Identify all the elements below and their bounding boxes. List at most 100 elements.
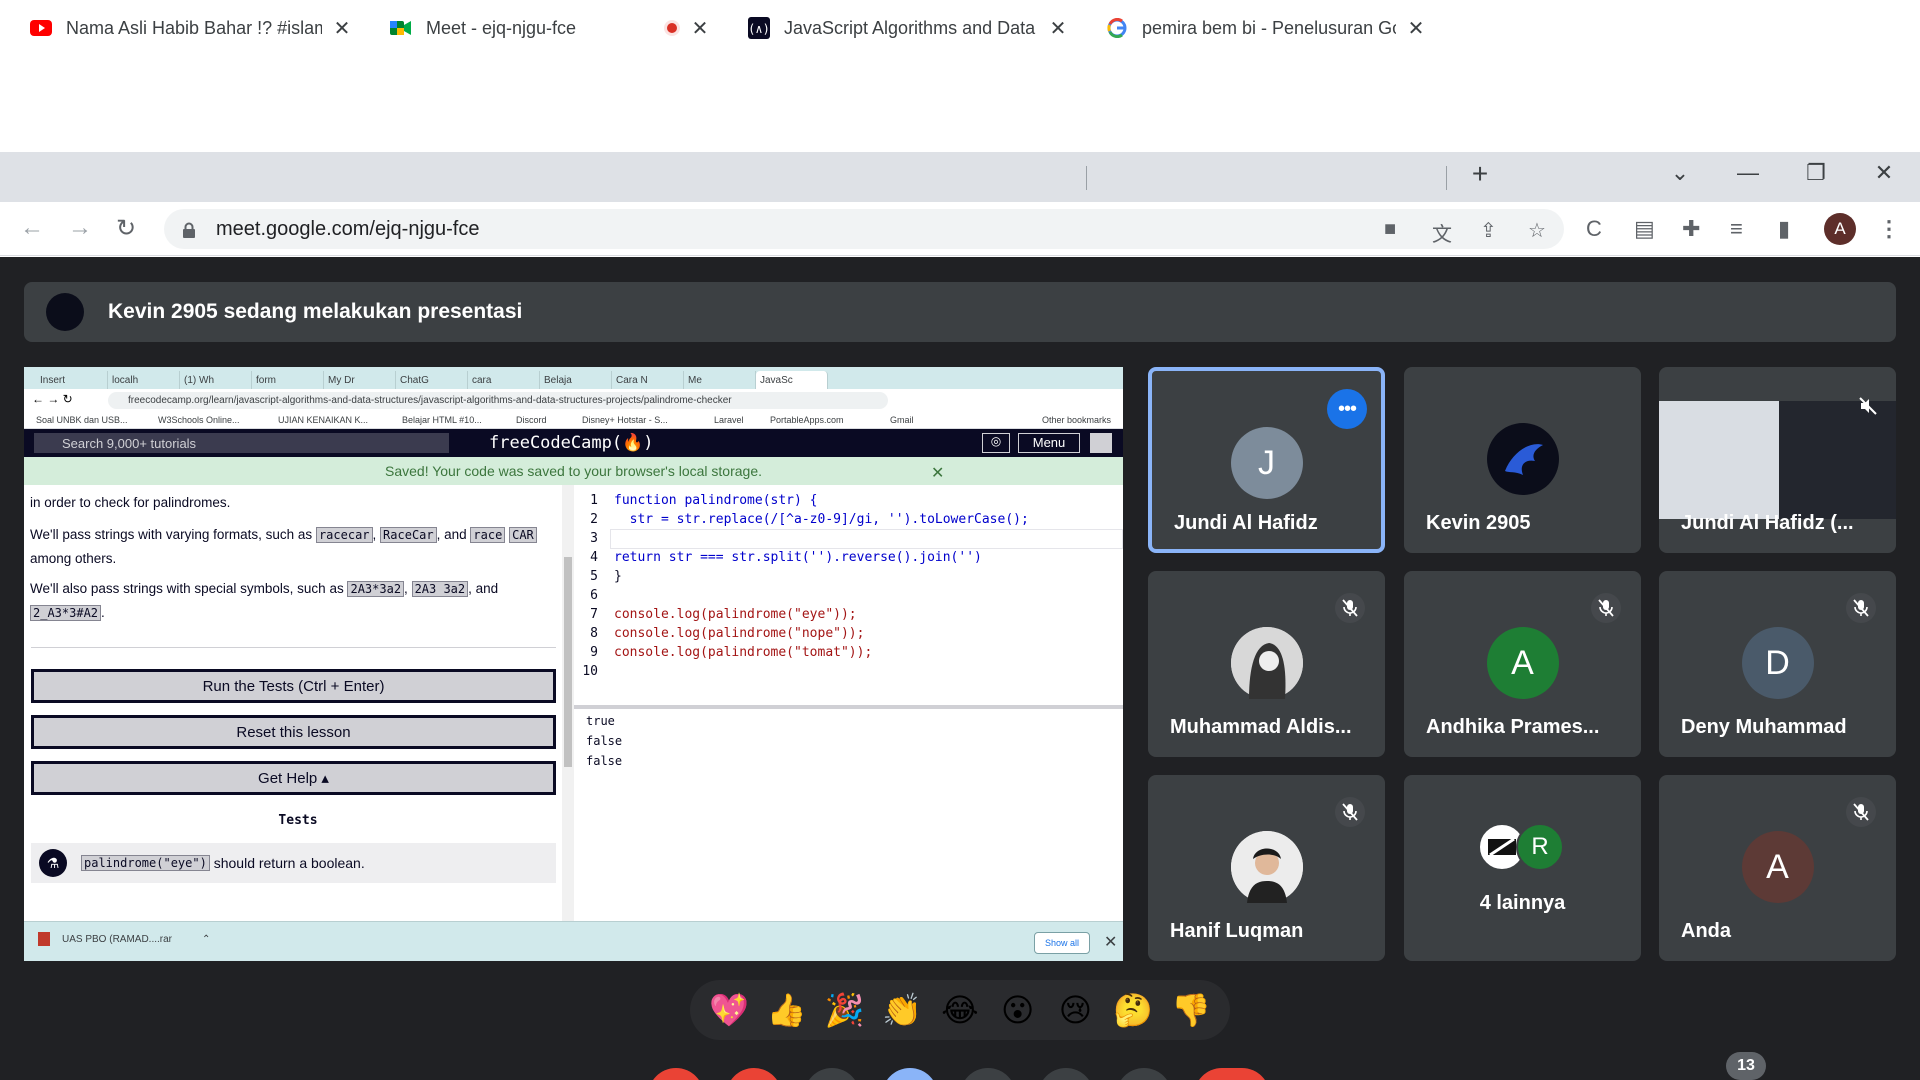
- get-help-button: Get Help ▴: [31, 761, 556, 795]
- address-bar[interactable]: meet.google.com/ejq-njgu-fce: [164, 209, 1564, 249]
- tab-strip: [0, 152, 1920, 202]
- share-icon[interactable]: ⇪: [1480, 218, 1497, 243]
- dragon-logo-icon: [1504, 444, 1543, 475]
- tab-separator: [1086, 166, 1087, 190]
- participant-name: 4 lainnya: [1479, 892, 1566, 914]
- shared-tab: form: [252, 371, 324, 389]
- more-vert-icon[interactable]: ⋮: [1878, 216, 1900, 242]
- translate-icon[interactable]: 文: [1432, 218, 1452, 247]
- participant-tile-others[interactable]: R 4 lainnya: [1404, 775, 1641, 961]
- tab-google-search[interactable]: pemira bem bi - Penelusuran Goo ✕: [1090, 6, 1440, 50]
- minimize-icon[interactable]: —: [1728, 160, 1768, 186]
- side-panel-icon[interactable]: ▮: [1778, 216, 1790, 242]
- extension-calendar-icon[interactable]: ▤: [1634, 216, 1655, 242]
- camera-icon[interactable]: ■: [1384, 218, 1396, 241]
- extensions-puzzle-icon[interactable]: ✚: [1682, 216, 1700, 242]
- shared-tab: Insert: [36, 371, 108, 389]
- participant-name: Hanif Luqman: [1170, 920, 1304, 942]
- shared-tab: (1) Wh: [180, 371, 252, 389]
- mic-off-icon: [1335, 797, 1365, 827]
- console-output-line: true: [586, 714, 615, 728]
- code-line: console.log(palindrome("tomat"));: [614, 645, 873, 660]
- media-queue-icon[interactable]: ≡: [1730, 216, 1743, 242]
- mic-off-icon: [1846, 797, 1876, 827]
- fcc-menu-button: Menu: [1018, 433, 1080, 453]
- presenter-avatar: [46, 293, 84, 331]
- close-icon[interactable]: ✕: [332, 16, 352, 41]
- code-line: function palindrome(str) {: [614, 493, 818, 508]
- tab-meet[interactable]: Meet - ejq-njgu-fce ✕: [374, 6, 724, 50]
- participant-tile[interactable]: A Andhika Prames...: [1404, 571, 1641, 757]
- participant-name: Kevin 2905: [1426, 512, 1531, 534]
- mic-off-icon: [1335, 593, 1365, 623]
- participant-tile[interactable]: J ••• Jundi Al Hafidz: [1148, 367, 1385, 553]
- flask-icon: ⚗: [39, 849, 67, 877]
- close-icon[interactable]: ✕: [1406, 16, 1426, 41]
- participant-name: Muhammad Aldis...: [1170, 716, 1352, 738]
- reload-icon[interactable]: ↻: [116, 214, 136, 243]
- more-options-icon[interactable]: •••: [1327, 389, 1367, 429]
- close-window-icon[interactable]: ✕: [1864, 160, 1904, 186]
- shared-tab: Cara N: [612, 371, 684, 389]
- profile-avatar[interactable]: A: [1824, 213, 1856, 245]
- muted-speaker-icon: [1852, 391, 1882, 421]
- lesson-paragraph: We'll pass strings with varying formats,…: [30, 523, 560, 570]
- lesson-paragraph: in order to check for palindromes.: [30, 495, 231, 510]
- google-meet-icon: [390, 17, 412, 39]
- participant-tile[interactable]: D Deny Muhammad: [1659, 571, 1896, 757]
- reaction-surprised[interactable]: 😮: [993, 991, 1043, 1029]
- participant-tile[interactable]: Kevin 2905: [1404, 367, 1641, 553]
- shared-tab-active: JavaSc: [756, 371, 828, 389]
- google-icon: [1106, 17, 1128, 39]
- participant-name: Jundi Al Hafidz (...: [1681, 512, 1854, 534]
- reaction-sparkling-heart[interactable]: 💖: [704, 991, 754, 1029]
- close-icon: ✕: [1104, 934, 1118, 951]
- restore-icon[interactable]: ❐: [1796, 160, 1836, 186]
- avatar: [1230, 627, 1303, 699]
- code-line: console.log(palindrome("nope"));: [614, 626, 865, 641]
- tab-youtube[interactable]: Nama Asli Habib Bahar !? #islam ✕: [14, 6, 366, 50]
- shared-tab: localh: [108, 371, 180, 389]
- new-tab-icon[interactable]: +: [1460, 158, 1500, 190]
- lesson-scrollbar: [562, 485, 574, 921]
- freecodecamp-icon: (∧): [748, 17, 770, 39]
- extension-c-icon[interactable]: C: [1586, 216, 1602, 242]
- mic-off-icon: [1591, 593, 1621, 623]
- reaction-thinking[interactable]: 🤔: [1108, 991, 1158, 1029]
- code-line: return str === str.split('').reverse().j…: [614, 550, 982, 565]
- participant-tile[interactable]: Jundi Al Hafidz (...: [1659, 367, 1896, 553]
- reaction-crying[interactable]: 😢: [1050, 991, 1100, 1029]
- tab-title: Meet - ejq-njgu-fce: [426, 17, 577, 38]
- shared-tab-strip: Insert localh (1) Wh form My Dr ChatG ca…: [24, 367, 1123, 389]
- participant-tile[interactable]: Muhammad Aldis...: [1148, 571, 1385, 757]
- reaction-thumbs-down[interactable]: 👎: [1166, 991, 1216, 1029]
- code-line: }: [614, 569, 622, 584]
- back-icon[interactable]: ←: [20, 214, 44, 242]
- divider: [31, 647, 556, 648]
- forward-icon[interactable]: →: [68, 214, 92, 242]
- reaction-thumbs-up[interactable]: 👍: [762, 991, 812, 1029]
- tests-heading: Tests: [278, 813, 318, 828]
- shared-screen[interactable]: Insert localh (1) Wh form My Dr ChatG ca…: [24, 367, 1123, 961]
- participant-name: Andhika Prames...: [1426, 716, 1600, 738]
- active-line: [610, 529, 1123, 549]
- lesson-description: in order to check for palindromes. We'll…: [24, 485, 572, 921]
- shared-toolbar: ← → ↻ freecodecamp.org/learn/javascript-…: [24, 389, 1123, 411]
- close-icon[interactable]: ✕: [690, 16, 710, 41]
- reaction-party-popper[interactable]: 🎉: [819, 991, 869, 1029]
- chevron-down-icon[interactable]: ⌄: [1660, 160, 1700, 186]
- close-icon[interactable]: ✕: [1048, 16, 1068, 41]
- close-icon: ✕: [931, 465, 945, 482]
- bookmark-star-icon[interactable]: ☆: [1528, 218, 1546, 243]
- tab-freecodecamp[interactable]: (∧) JavaScript Algorithms and Data S ✕: [732, 6, 1082, 50]
- saved-flash-message: Saved! Your code was saved to your brows…: [24, 457, 1123, 485]
- download-item: UAS PBO (RAMAD....rar ⌃: [38, 932, 210, 946]
- avatar: [1486, 423, 1559, 495]
- participant-tile[interactable]: Hanif Luqman: [1148, 775, 1385, 961]
- reaction-tears-of-joy[interactable]: 😂: [935, 991, 985, 1029]
- editor-console-divider: [574, 705, 1123, 709]
- participant-tile-self[interactable]: A Anda: [1659, 775, 1896, 961]
- presentation-banner-text: Kevin 2905 sedang melakukan presentasi: [108, 300, 523, 323]
- reaction-clapping[interactable]: 👏: [877, 991, 927, 1029]
- fcc-logo: freeCodeCamp(🔥): [489, 433, 654, 453]
